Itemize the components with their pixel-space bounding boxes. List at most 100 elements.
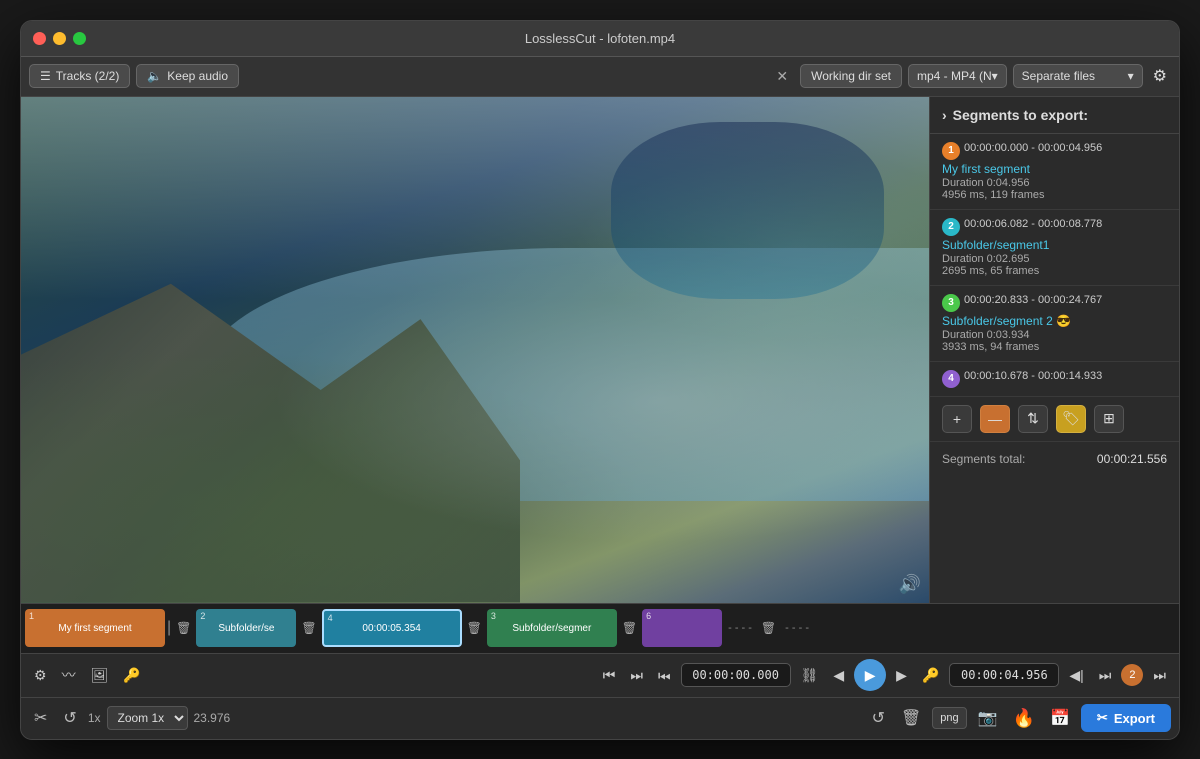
segment-item-3[interactable]: 3 00:00:20.833 - 00:00:24.767 Subfolder/… [930,286,1179,362]
format-button[interactable]: mp4 - MP4 (N▾ [908,64,1007,88]
loop2-btn[interactable]: ↺ [867,705,890,731]
toolbar: ☰ Tracks (2/2) 🔈 Keep audio ✕ Working di… [21,57,1179,97]
close-traffic-light[interactable] [33,32,46,45]
segments-panel: › Segments to export: 1 00:00:00.000 - 0… [929,97,1179,603]
volume-icon[interactable]: 🔊 [899,574,921,595]
segment-item-4[interactable]: 4 00:00:10.678 - 00:00:14.933 [930,362,1179,397]
segment-time-2: 00:00:06.082 - 00:00:08.778 [964,218,1102,230]
timeline-delete-4[interactable]: 🗑 [464,621,485,635]
link-btn[interactable]: ⛓ [796,663,824,688]
play-button[interactable]: ▶ [854,659,886,691]
list-icon: ☰ [40,69,51,83]
segment-number-badge-ctrl[interactable]: 2 [1121,664,1143,686]
settings-icon-btn[interactable]: ⚙ [29,663,52,688]
scissors-icon: ✂ [1097,710,1108,726]
key-btn[interactable]: 🔑 [118,663,145,688]
camera-btn[interactable]: 📷 [973,705,1003,731]
capture-format-btn[interactable]: png [932,707,966,729]
skip-start-btn[interactable]: ⏮ [598,663,621,688]
timeline-segment-2[interactable]: 2 Subfolder/se [196,609,296,647]
main-content: 🔊 › Segments to export: 1 00:00:00.000 -… [21,97,1179,603]
window-title: LosslessCut - lofoten.mp4 [525,31,675,46]
key-out-btn[interactable]: 🔑 [917,663,944,688]
segment-badge-4: 4 [942,370,960,388]
segment-duration-2: Duration 0:02.695 [942,253,1167,265]
segment-badge-2: 2 [942,218,960,236]
settings-button[interactable]: ⚙ [1149,62,1171,90]
segment-actions: + — ⇅ 🏷 ⊞ [930,397,1179,442]
video-area: 🔊 [21,97,929,603]
working-dir-close[interactable]: ✕ [770,66,794,87]
calendar-btn[interactable]: 📅 [1045,705,1075,731]
timeline-segment-3[interactable]: 3 Subfolder/segmer [487,609,617,647]
bottom-bar: ✂ ↺ 1x Zoom 1x Zoom 2x Zoom 4x 23.976 ↺ … [21,697,1179,739]
mark-out-btn[interactable]: ◀| [1064,663,1088,688]
next-keyframe-btn[interactable]: ⏭ [1094,663,1117,688]
segment-item-1[interactable]: 1 00:00:00.000 - 00:00:04.956 My first s… [930,134,1179,210]
segment-name-2: Subfolder/segment1 [942,238,1167,252]
audio-button[interactable]: 🔈 Keep audio [136,64,239,88]
video-preview [21,97,929,603]
timeline-seg-label-4: 00:00:05.354 [358,623,424,634]
segment-badge-1: 1 [942,142,960,160]
segment-name-1: My first segment [942,162,1167,176]
add-segment-button[interactable]: + [942,405,972,433]
timeline-segment-4[interactable]: 4 00:00:05.354 [322,609,462,647]
loop-btn[interactable]: ↺ [58,705,81,731]
mark-in-btn[interactable]: ⏭ [653,663,676,688]
timeline-handle-1[interactable]: | [167,619,171,637]
timeline-delete-6[interactable]: 🗑 [758,621,779,635]
output-mode-button[interactable]: Separate files ▾ [1013,64,1143,88]
skip-end-btn[interactable]: ⏭ [1148,663,1171,688]
segment-item-2[interactable]: 2 00:00:06.082 - 00:00:08.778 Subfolder/… [930,210,1179,286]
fps-display: 23.976 [194,711,231,725]
photo-btn[interactable]: 🖼 [86,663,114,688]
timeline-segment-1[interactable]: 1 My first segment [25,609,165,647]
maximize-traffic-light[interactable] [73,32,86,45]
segment-frames-2: 2695 ms, 65 frames [942,265,1167,277]
audio-icon: 🔈 [147,69,162,83]
segment-duration-3: Duration 0:03.934 [942,329,1167,341]
prev-frame-btn[interactable]: ⏭ [625,663,648,688]
export-button[interactable]: ✂ Export [1081,704,1171,732]
fast-forward-btn[interactable]: ▶ [891,663,912,688]
timeline-dashes-2: - - - - [781,622,813,634]
delete-btn[interactable]: 🗑 [896,705,926,731]
waveform-btn[interactable]: 〰 [57,661,81,689]
timeline: 1 My first segment | 🗑 2 Subfolder/se 🗑 … [21,603,1179,653]
timeline-dashes: - - - - [724,622,756,634]
segments-header: › Segments to export: [930,97,1179,134]
segment-badge-3: 3 [942,294,960,312]
segment-duration-1: Duration 0:04.956 [942,177,1167,189]
chevron-down-icon: ▾ [1128,69,1134,83]
remove-segment-button[interactable]: — [980,405,1010,433]
segment-frames-1: 4956 ms, 119 frames [942,189,1167,201]
timeline-seg-number-1: 1 [29,611,34,621]
flame-btn[interactable]: 🔥 [1009,705,1039,732]
timeline-delete-1[interactable]: 🗑 [173,621,194,635]
working-dir-button[interactable]: Working dir set [800,64,902,88]
tracks-button[interactable]: ☰ Tracks (2/2) [29,64,130,88]
timeline-seg-label-2: Subfolder/se [214,623,278,634]
segment-time-3: 00:00:20.833 - 00:00:24.767 [964,294,1102,306]
timeline-delete-2[interactable]: 🗑 [298,621,319,635]
tag-segment-button[interactable]: 🏷 [1056,405,1086,433]
time-end-display[interactable]: 00:00:04.956 [949,663,1059,687]
timeline-delete-3[interactable]: 🗑 [619,621,640,635]
app-window: LosslessCut - lofoten.mp4 ☰ Tracks (2/2)… [20,20,1180,740]
timeline-segment-6[interactable]: 6 [642,609,722,647]
swap-segments-button[interactable]: ⇅ [1018,405,1048,433]
title-bar: LosslessCut - lofoten.mp4 [21,21,1179,57]
controls-bar: ⚙ 〰 🖼 🔑 ⏮ ⏭ ⏭ 00:00:00.000 ⛓ ◀ ▶ ▶ 🔑 00:… [21,653,1179,697]
zoom-select[interactable]: Zoom 1x Zoom 2x Zoom 4x [107,706,188,730]
segment-name-3: Subfolder/segment 2 😎 [942,314,1167,328]
ripple-btn[interactable]: ✂ [29,705,52,731]
minimize-traffic-light[interactable] [53,32,66,45]
timeline-seg-label-3: Subfolder/segmer [508,623,595,634]
segment-frames-3: 3933 ms, 94 frames [942,341,1167,353]
rewind-btn[interactable]: ◀ [828,663,849,688]
segment-time-1: 00:00:00.000 - 00:00:04.956 [964,142,1102,154]
segments-total-value: 00:00:21.556 [1097,452,1167,466]
split-segment-button[interactable]: ⊞ [1094,405,1124,433]
time-start-display[interactable]: 00:00:00.000 [681,663,791,687]
